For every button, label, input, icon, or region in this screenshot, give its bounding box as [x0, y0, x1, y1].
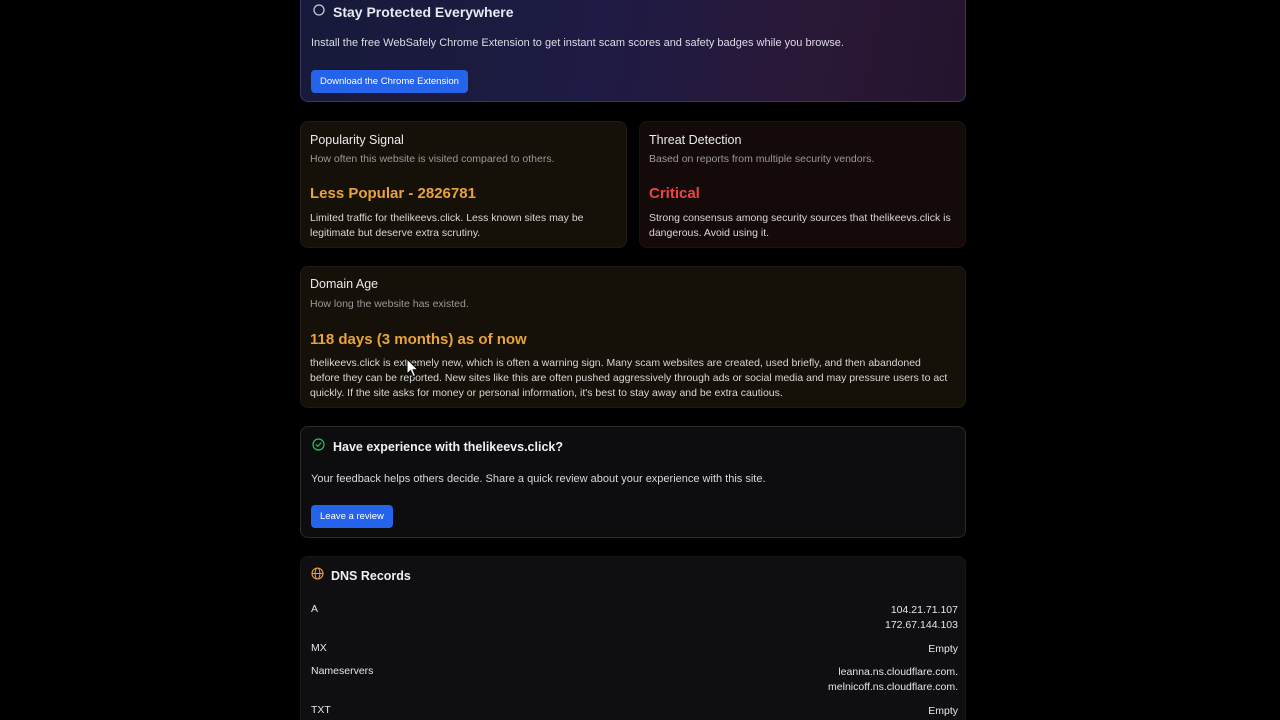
dns-title-row: DNS Records: [311, 567, 411, 585]
threat-heading: Threat Detection: [649, 133, 742, 147]
shield-icon: [313, 3, 325, 21]
dns-record-value: leanna.ns.cloudflare.com. melnicoff.ns.c…: [828, 665, 958, 695]
dns-record-value: Empty: [928, 643, 958, 655]
review-description: Your feedback helps others decide. Share…: [311, 473, 766, 485]
dns-record-type: MX: [311, 642, 327, 654]
threat-detection-card: Threat Detection Based on reports from m…: [639, 121, 966, 248]
threat-value: Critical: [649, 185, 700, 202]
popularity-body: Limited traffic for thelikeevs.click. Le…: [310, 212, 584, 239]
promo-title: Stay Protected Everywhere: [333, 4, 514, 20]
threat-subheading: Based on reports from multiple security …: [649, 153, 875, 165]
popularity-signal-card: Popularity Signal How often this website…: [300, 121, 627, 248]
dns-record-value-line: 104.21.71.107: [890, 604, 958, 616]
dns-record-value-line: leanna.ns.cloudflare.com.: [838, 666, 958, 678]
download-extension-button[interactable]: Download the Chrome Extension: [311, 70, 468, 93]
dns-record-type: TXT: [311, 704, 331, 716]
domain-age-heading: Domain Age: [310, 277, 379, 291]
review-title: Have experience with thelikeevs.click?: [333, 440, 563, 454]
mouse-cursor-icon: [406, 357, 420, 383]
dns-record-value-line: 172.67.144.103: [885, 619, 958, 631]
domain-age-subheading: How long the website has existed.: [310, 298, 469, 310]
popularity-subheading: How often this website is visited compar…: [310, 153, 555, 165]
dns-record-type: A: [311, 603, 319, 615]
globe-icon: [311, 567, 324, 585]
domain-age-card: Domain Age How long the website has exis…: [300, 266, 966, 408]
review-prompt-card: Have experience with thelikeevs.click? Y…: [300, 426, 966, 538]
dns-record-value-line: melnicoff.ns.cloudflare.com.: [828, 681, 958, 693]
dns-record-type: Nameservers: [311, 665, 374, 677]
review-title-row: Have experience with thelikeevs.click?: [312, 438, 563, 456]
extension-promo-card: Stay Protected Everywhere Install the fr…: [300, 0, 966, 102]
promo-title-row: Stay Protected Everywhere: [313, 3, 514, 21]
leave-review-button[interactable]: Leave a review: [311, 505, 393, 528]
dns-record-value: Empty: [928, 705, 958, 717]
popularity-heading: Popularity Signal: [310, 133, 404, 147]
domain-age-value: 118 days (3 months) as of now: [310, 331, 527, 348]
popularity-value: Less Popular - 2826781: [310, 185, 476, 202]
dns-record-value: 104.21.71.107 172.67.144.103: [885, 603, 958, 633]
dns-records-card: DNS Records A 104.21.71.107 172.67.144.1…: [300, 556, 966, 720]
check-circle-icon: [312, 438, 325, 456]
threat-body: Strong consensus among security sources …: [649, 212, 951, 239]
dns-title: DNS Records: [331, 569, 411, 583]
page: Stay Protected Everywhere Install the fr…: [0, 0, 1280, 720]
promo-description: Install the free WebSafely Chrome Extens…: [311, 37, 844, 49]
